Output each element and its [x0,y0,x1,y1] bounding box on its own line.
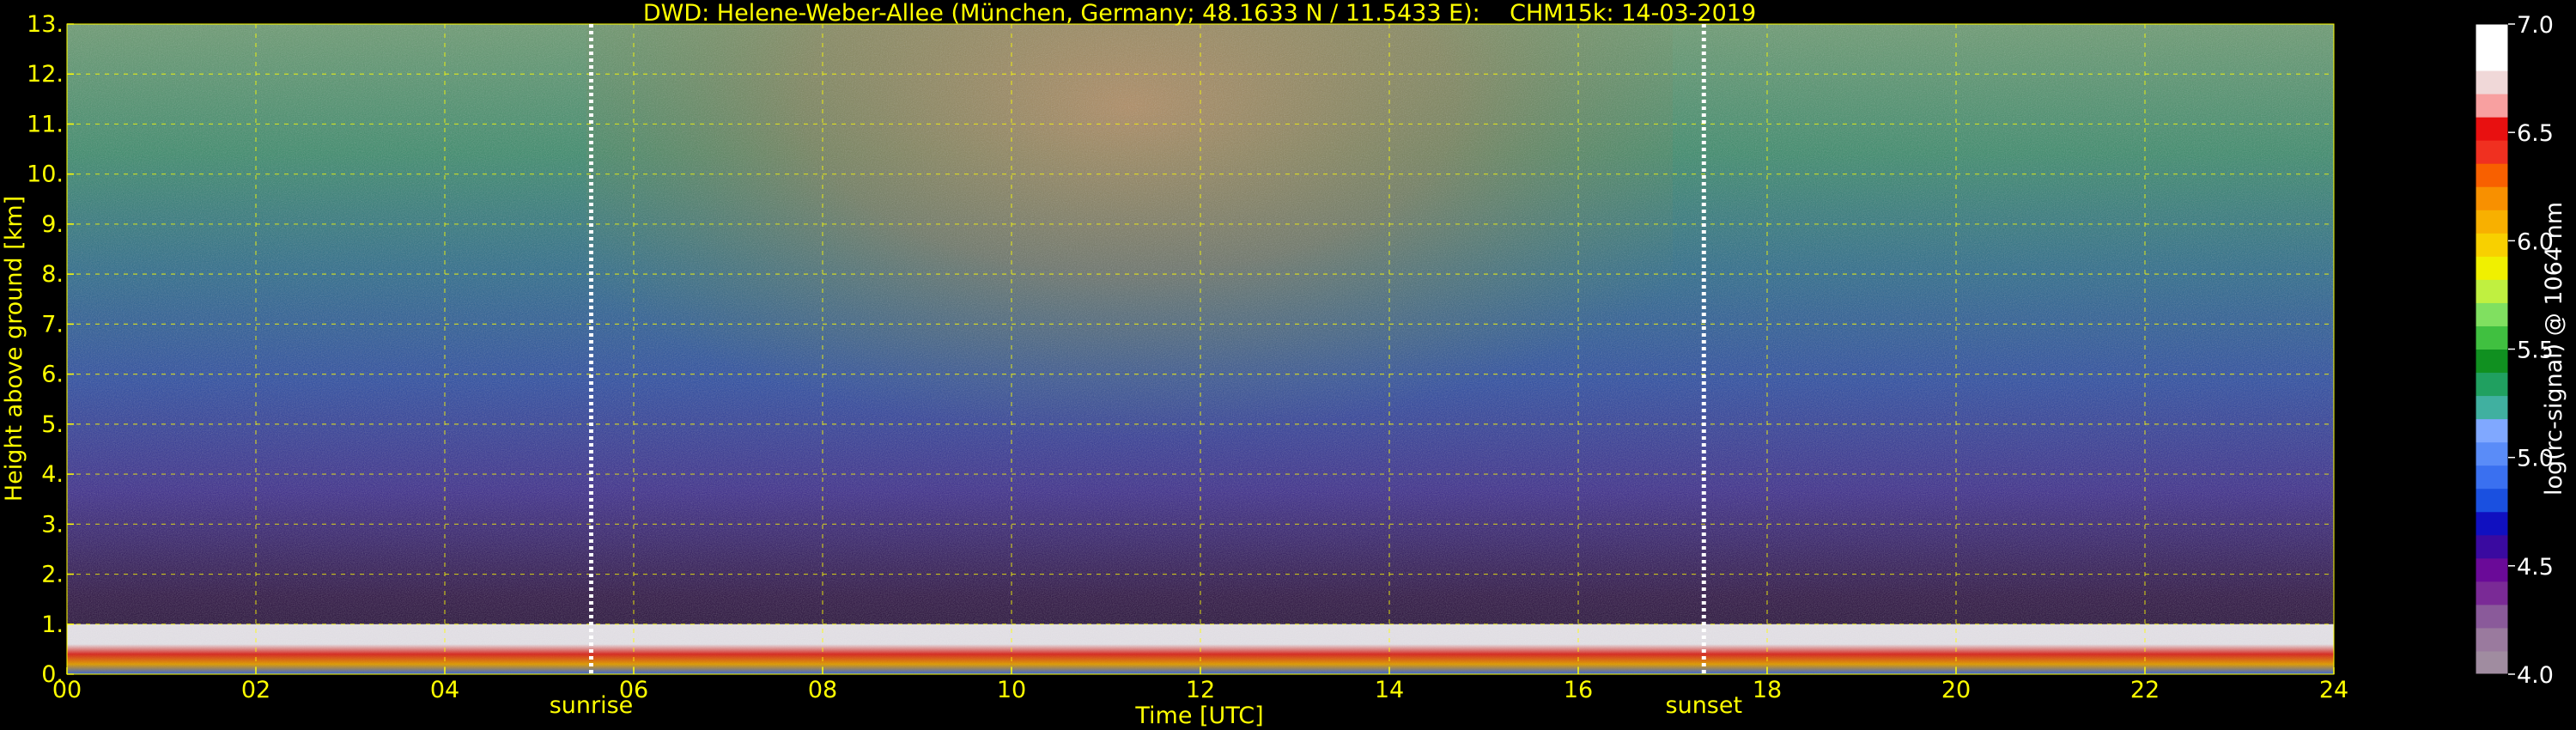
colorbar-segment [2476,233,2508,257]
plot-area [67,24,2334,674]
colorbar-tick-label: 4.5 [2517,554,2554,581]
colorbar-segment [2476,488,2508,513]
colorbar [2475,23,2509,675]
x-tick-label: 08 [808,677,837,703]
colorbar-segment [2476,465,2508,490]
colorbar-segment [2476,325,2508,350]
x-tick-label: 04 [430,677,459,703]
y-tick-label: 0. [41,661,64,688]
colorbar-segment [2476,94,2508,118]
colorbar-segment [2476,418,2508,443]
y-tick-label: 10. [27,161,64,188]
colorbar-tick-label: 6.5 [2517,120,2554,147]
x-tick-label: 02 [241,677,270,703]
colorbar-segment [2476,511,2508,536]
sunset-label: sunset [1666,692,1743,719]
y-tick-label: 1. [41,611,64,638]
chart-title: DWD: Helene-Weber-Allee (München, German… [643,0,1756,27]
x-tick-label: 06 [619,677,648,703]
y-tick-label: 4. [41,461,64,488]
colorbar-tick-label: 7.0 [2517,12,2554,39]
y-tick-label: 8. [41,261,64,288]
colorbar-segment [2476,117,2508,141]
x-tick-label: 14 [1375,677,1404,703]
y-tick-label: 5. [41,411,64,438]
colorbar-segment [2476,349,2508,374]
colorbar-segment [2476,47,2508,71]
colorbar-segment [2476,70,2508,94]
colorbar-segment [2476,302,2508,326]
x-tick-label: 24 [2319,677,2348,703]
x-tick-label: 22 [2130,677,2160,703]
colorbar-tick-label: 4.0 [2517,662,2554,689]
x-axis-label: Time [UTC] [1134,703,1263,729]
x-tick-label: 20 [1941,677,1971,703]
x-tick-label: 16 [1564,677,1593,703]
x-tick-label: 10 [997,677,1026,703]
y-tick-label: 11. [27,111,64,137]
colorbar-segment [2476,581,2508,605]
colorbar-segment [2476,186,2508,210]
colorbar-segment [2476,256,2508,280]
y-tick-label: 9. [41,211,64,238]
colorbar-segment [2476,395,2508,420]
y-tick-label: 13. [27,11,64,38]
ceilometer-chart: sunrise sunset 00 02 04 06 08 10 12 14 16 18 20 22 24… [1,0,2567,729]
colorbar-segment [2476,604,2508,629]
colorbar-segment [2476,372,2508,397]
y-tick-label: 12. [27,61,64,88]
colorbar-segment [2476,650,2508,675]
y-tick-label: 3. [41,511,64,538]
colorbar-segment [2476,557,2508,582]
y-axis-label: Height above ground [km] [1,196,27,502]
y-tick-label: 2. [41,562,64,588]
x-tick-label: 18 [1753,677,1782,703]
colorbar-segment [2476,140,2508,164]
colorbar-segment [2476,163,2508,187]
colorbar-segment [2476,441,2508,466]
colorbar-segment [2476,210,2508,234]
colorbar-segment [2476,627,2508,652]
x-tick-label: 12 [1186,677,1215,703]
y-tick-label: 7. [41,311,64,338]
y-tick-label: 6. [41,362,64,388]
colorbar-segment [2476,534,2508,559]
colorbar-segment [2476,24,2508,48]
colorbar-label: log(rc-signal) @ 1064 nm [2541,202,2567,496]
colorbar-segment [2476,279,2508,303]
